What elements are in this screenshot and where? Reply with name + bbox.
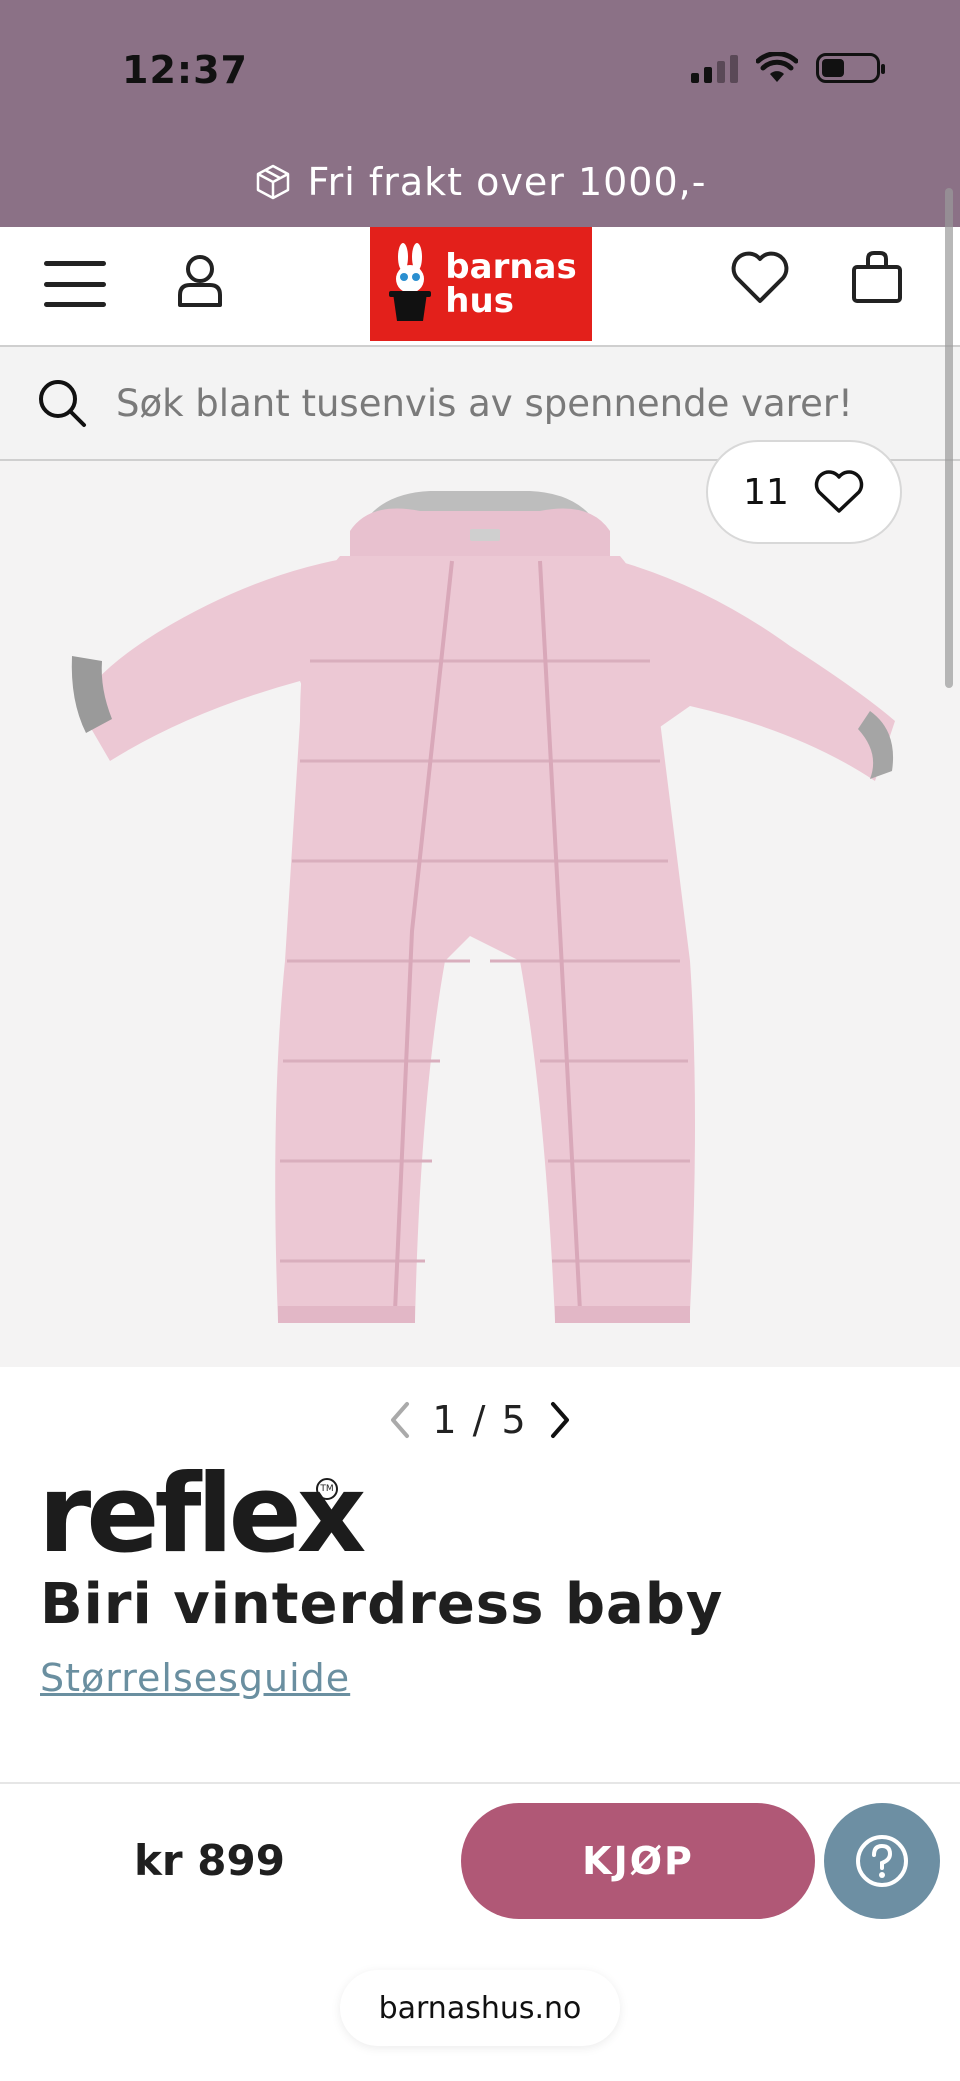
barnashus-logo[interactable]: barnas hus <box>370 227 592 341</box>
heart-outline-icon <box>814 470 864 513</box>
heart-icon[interactable] <box>730 249 790 305</box>
search-icon[interactable] <box>36 377 88 429</box>
site-header: barnas hus <box>0 227 960 345</box>
logo-line-1: barnas <box>445 247 577 287</box>
user-icon[interactable] <box>174 253 226 309</box>
product-image[interactable] <box>0 461 960 1367</box>
snowsuit-image <box>71 491 895 1323</box>
package-icon <box>256 164 289 200</box>
question-icon <box>856 1835 908 1887</box>
page-scrollbar[interactable] <box>945 188 953 688</box>
favorites-count: 11 <box>743 471 789 513</box>
status-time: 12:37 <box>122 48 248 92</box>
chevron-left-icon[interactable] <box>388 1400 412 1440</box>
logo-line-2: hus <box>445 281 514 321</box>
product-price: kr 899 <box>134 1836 285 1885</box>
buy-button[interactable]: KJØP <box>461 1803 815 1919</box>
shopping-bag-icon[interactable] <box>850 249 904 305</box>
search-input[interactable] <box>116 381 916 425</box>
rabbit-hat-icon <box>389 243 432 321</box>
help-button[interactable] <box>824 1803 940 1919</box>
favorite-toggle[interactable]: 11 <box>706 440 902 544</box>
product-title: Biri vinterdress baby <box>40 1572 724 1637</box>
size-guide-link[interactable]: Størrelsesguide <box>40 1656 350 1700</box>
browser-url-bar[interactable]: barnashus.no <box>340 1970 620 2046</box>
chevron-right-icon[interactable] <box>548 1400 572 1440</box>
trademark-mark: TM <box>316 1478 338 1500</box>
cellular-signal-icon <box>691 53 738 83</box>
status-icons <box>691 52 885 84</box>
promo-banner: Fri frakt over 1000,- <box>0 160 960 204</box>
pager-text: 1 / 5 <box>432 1398 528 1442</box>
divider <box>0 1782 960 1784</box>
top-band: 12:37 Fri frakt over 1000,- <box>0 0 960 227</box>
image-pager: 1 / 5 <box>380 1392 580 1448</box>
promo-text: Fri frakt over 1000,- <box>307 160 707 204</box>
menu-button[interactable] <box>44 261 106 307</box>
product-page: 12:37 Fri frakt over 1000,- barnas hus S… <box>0 0 960 2081</box>
wifi-icon <box>756 52 798 82</box>
battery-icon <box>816 53 885 83</box>
logo-text: barnas hus <box>445 250 576 318</box>
brand-logo[interactable]: reflex <box>38 1460 366 1570</box>
